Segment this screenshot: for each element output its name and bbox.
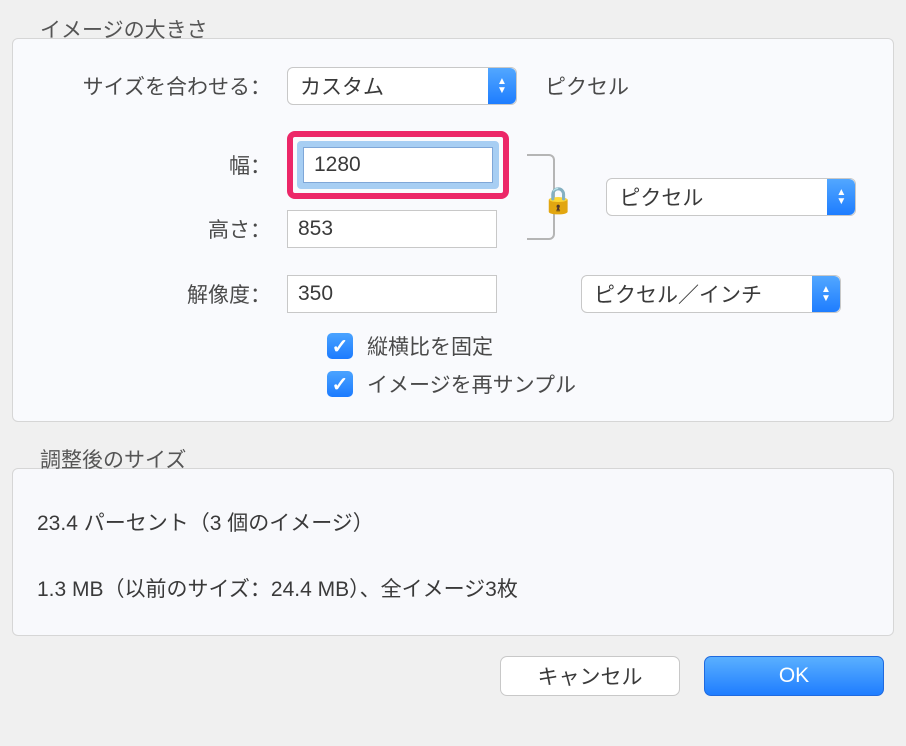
- resample-checkbox[interactable]: [327, 371, 353, 397]
- lock-icon: 🔒: [542, 185, 574, 216]
- width-focus-ring: [297, 141, 499, 189]
- lock-aspect-checkbox-label: 縦横比を固定: [367, 331, 493, 361]
- ok-button-label: OK: [779, 664, 809, 688]
- ok-button[interactable]: OK: [704, 656, 884, 696]
- resolution-unit-value: ピクセル／インチ: [594, 279, 762, 309]
- result-size-text: 1.3 MB（以前のサイズ：24.4 MB）、全イメージ3枚: [37, 573, 869, 603]
- dimension-unit-select[interactable]: ピクセル: [606, 178, 856, 216]
- width-highlight-annotation: [287, 131, 509, 199]
- fit-select[interactable]: カスタム: [287, 67, 517, 105]
- height-input[interactable]: [287, 210, 497, 248]
- cancel-button-label: キャンセル: [538, 661, 643, 691]
- lock-aspect-checkbox[interactable]: [327, 333, 353, 359]
- fit-select-value: カスタム: [300, 71, 384, 101]
- result-panel: 23.4 パーセント（3 個のイメージ） 1.3 MB（以前のサイズ：24.4 …: [12, 468, 894, 636]
- fit-unit-label: ピクセル: [545, 71, 629, 101]
- resolution-label: 解像度：: [27, 279, 287, 309]
- image-size-section-title: イメージの大きさ: [40, 14, 894, 44]
- image-size-panel: サイズを合わせる： カスタム ピクセル 幅： 高さ： �: [12, 38, 894, 422]
- dialog-button-row: キャンセル OK: [12, 656, 894, 696]
- width-label: 幅：: [27, 150, 287, 180]
- resolution-unit-select[interactable]: ピクセル／インチ: [581, 275, 841, 313]
- result-section-title: 調整後のサイズ: [40, 444, 894, 474]
- updown-icon: [488, 68, 516, 104]
- width-input[interactable]: [303, 147, 493, 183]
- resolution-input[interactable]: [287, 275, 497, 313]
- updown-icon: [827, 179, 855, 215]
- resample-checkbox-label: イメージを再サンプル: [367, 369, 576, 399]
- height-label: 高さ：: [27, 214, 287, 244]
- result-percent-text: 23.4 パーセント（3 個のイメージ）: [37, 507, 869, 537]
- fit-label: サイズを合わせる：: [27, 71, 287, 101]
- updown-icon: [812, 276, 840, 312]
- aspect-lock-indicator: 🔒: [527, 154, 574, 240]
- dimension-unit-value: ピクセル: [619, 182, 703, 212]
- cancel-button[interactable]: キャンセル: [500, 656, 680, 696]
